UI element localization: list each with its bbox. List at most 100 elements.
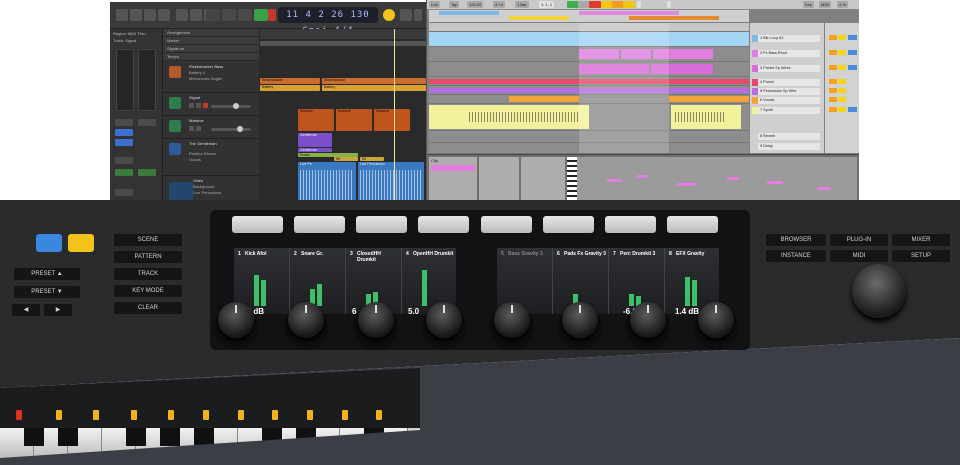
record-enable-button[interactable] bbox=[203, 103, 208, 108]
arrange-area[interactable]: Rickenbacker Rickenbacker Battery Batter… bbox=[260, 29, 426, 207]
pattern-button[interactable]: PATTERN bbox=[114, 251, 182, 263]
cycle-icon[interactable] bbox=[383, 9, 395, 21]
display-button-7[interactable] bbox=[605, 216, 656, 233]
black-key[interactable] bbox=[160, 428, 180, 446]
preset-down-button[interactable]: PRESET ▼ bbox=[14, 286, 80, 298]
black-key[interactable] bbox=[296, 428, 316, 446]
solo-toggle[interactable] bbox=[838, 107, 846, 112]
region-rickenbacker-1[interactable]: Rickenbacker bbox=[260, 78, 320, 84]
track-header-signal[interactable]: Signal bbox=[163, 93, 259, 116]
solo-toggle[interactable] bbox=[838, 97, 846, 102]
black-key[interactable] bbox=[194, 428, 214, 446]
blue-button[interactable] bbox=[36, 234, 62, 252]
link-button[interactable]: Link bbox=[429, 1, 441, 8]
right-arrow-button[interactable]: ▶ bbox=[44, 304, 72, 316]
rewind-button[interactable] bbox=[206, 9, 220, 21]
ableton-track-8[interactable]: 8 Reverb bbox=[752, 133, 820, 140]
global-track-signature[interactable]: Signature bbox=[163, 45, 259, 53]
mute-button[interactable] bbox=[189, 126, 194, 131]
black-key[interactable] bbox=[262, 428, 282, 446]
mixer-button[interactable]: MIXER bbox=[892, 234, 950, 246]
black-key[interactable] bbox=[364, 428, 384, 446]
time-selection[interactable] bbox=[579, 23, 669, 153]
knob-8[interactable] bbox=[698, 302, 734, 338]
arrangement-view[interactable] bbox=[429, 23, 749, 154]
setting-button-left[interactable] bbox=[115, 119, 133, 126]
track-name[interactable]: Video bbox=[193, 178, 203, 183]
setup-button[interactable]: SETUP bbox=[892, 250, 950, 262]
region-gentleman-1[interactable]: Gentleman bbox=[298, 133, 332, 147]
mixer-icon[interactable] bbox=[190, 9, 202, 21]
track-name[interactable]: The Gentleman bbox=[189, 141, 217, 146]
playhead[interactable] bbox=[394, 29, 395, 207]
knob-7[interactable] bbox=[630, 302, 666, 338]
arrangement-overview[interactable] bbox=[429, 10, 749, 22]
audio-fx-slot[interactable] bbox=[115, 139, 133, 146]
arm-toggle[interactable] bbox=[848, 35, 857, 40]
display-button-2[interactable] bbox=[294, 216, 345, 233]
inspector-fader-left[interactable] bbox=[116, 49, 134, 111]
mute-button[interactable] bbox=[189, 103, 194, 108]
track-name[interactable]: Rickenbacker Bass bbox=[189, 64, 223, 69]
knob-4[interactable] bbox=[426, 302, 462, 338]
ableton-track-1[interactable]: 1 Blk Loop A2 bbox=[752, 35, 820, 42]
solo-toggle[interactable] bbox=[838, 79, 846, 84]
region-massive-1[interactable]: Massive bbox=[298, 109, 334, 131]
stop-button[interactable] bbox=[238, 9, 252, 21]
solo-button[interactable] bbox=[196, 126, 201, 131]
solo-toggle[interactable] bbox=[838, 88, 846, 93]
midi-map-button[interactable]: MIDI bbox=[819, 1, 832, 8]
volume-slider[interactable] bbox=[211, 103, 251, 109]
global-track-marker[interactable]: Marker bbox=[163, 37, 259, 45]
inspector-region-label[interactable]: Region: MIDI Thru bbox=[113, 31, 146, 36]
arrangement-marker[interactable] bbox=[260, 41, 426, 46]
midi-note[interactable] bbox=[767, 181, 783, 184]
play-button[interactable] bbox=[254, 9, 268, 21]
global-track-tempo[interactable]: Tempo bbox=[163, 53, 259, 61]
display-button-1[interactable] bbox=[232, 216, 283, 233]
ableton-track-3[interactable]: 3 Preset Sp Wires bbox=[752, 65, 820, 72]
region-battery-2[interactable]: Battery bbox=[322, 85, 426, 91]
arrangement-position[interactable]: 1. 1. 1 bbox=[539, 1, 555, 8]
arm-toggle[interactable] bbox=[848, 50, 857, 55]
time-signature-field[interactable]: 4 / 4 bbox=[493, 1, 505, 8]
envelopes-panel[interactable] bbox=[521, 157, 565, 206]
display-button-6[interactable] bbox=[543, 216, 594, 233]
bar-ruler[interactable] bbox=[260, 29, 426, 39]
record-button[interactable] bbox=[268, 9, 276, 21]
track-activator[interactable] bbox=[829, 97, 837, 102]
solo-button[interactable] bbox=[196, 103, 201, 108]
library-icon[interactable] bbox=[116, 9, 128, 21]
track-name[interactable]: Signal bbox=[189, 95, 200, 100]
clip[interactable] bbox=[669, 96, 749, 102]
track-activator[interactable] bbox=[829, 79, 837, 84]
preset-up-button[interactable]: PRESET ▲ bbox=[14, 268, 80, 280]
audio-clip[interactable] bbox=[671, 105, 741, 129]
display-button-5[interactable] bbox=[481, 216, 532, 233]
midi-note[interactable] bbox=[817, 187, 831, 190]
display-button-8[interactable] bbox=[667, 216, 718, 233]
region-gentleman-2[interactable]: Gentleman bbox=[298, 148, 332, 152]
midi-note[interactable] bbox=[607, 179, 621, 182]
piano-roll[interactable] bbox=[567, 157, 857, 206]
midi-note[interactable] bbox=[677, 183, 697, 186]
arm-toggle[interactable] bbox=[848, 65, 857, 70]
region-massive-2[interactable]: Massive bbox=[336, 109, 372, 131]
display-button-4[interactable] bbox=[418, 216, 469, 233]
region-battery-1[interactable]: Battery bbox=[260, 85, 320, 91]
ableton-track-4[interactable]: 4 Punch bbox=[752, 79, 820, 86]
plug-in-button[interactable]: PLUG-IN bbox=[830, 234, 888, 246]
yellow-button[interactable] bbox=[68, 234, 94, 252]
audio-clip[interactable] bbox=[429, 105, 589, 129]
track-activator[interactable] bbox=[829, 107, 837, 112]
inspector-track-label[interactable]: Track: Signal bbox=[113, 38, 136, 43]
region-rickenbacker-2[interactable]: Rickenbacker bbox=[322, 78, 426, 84]
black-key[interactable] bbox=[58, 428, 78, 446]
track-activator[interactable] bbox=[829, 65, 837, 70]
bounce-button[interactable] bbox=[115, 189, 133, 196]
midi-button[interactable]: MIDI bbox=[830, 250, 888, 262]
ableton-track-9[interactable]: 9 Delay bbox=[752, 143, 820, 150]
region-kit-1[interactable]: Kit bbox=[334, 157, 358, 161]
instrument-slot[interactable] bbox=[115, 129, 133, 136]
track-activator[interactable] bbox=[829, 50, 837, 55]
